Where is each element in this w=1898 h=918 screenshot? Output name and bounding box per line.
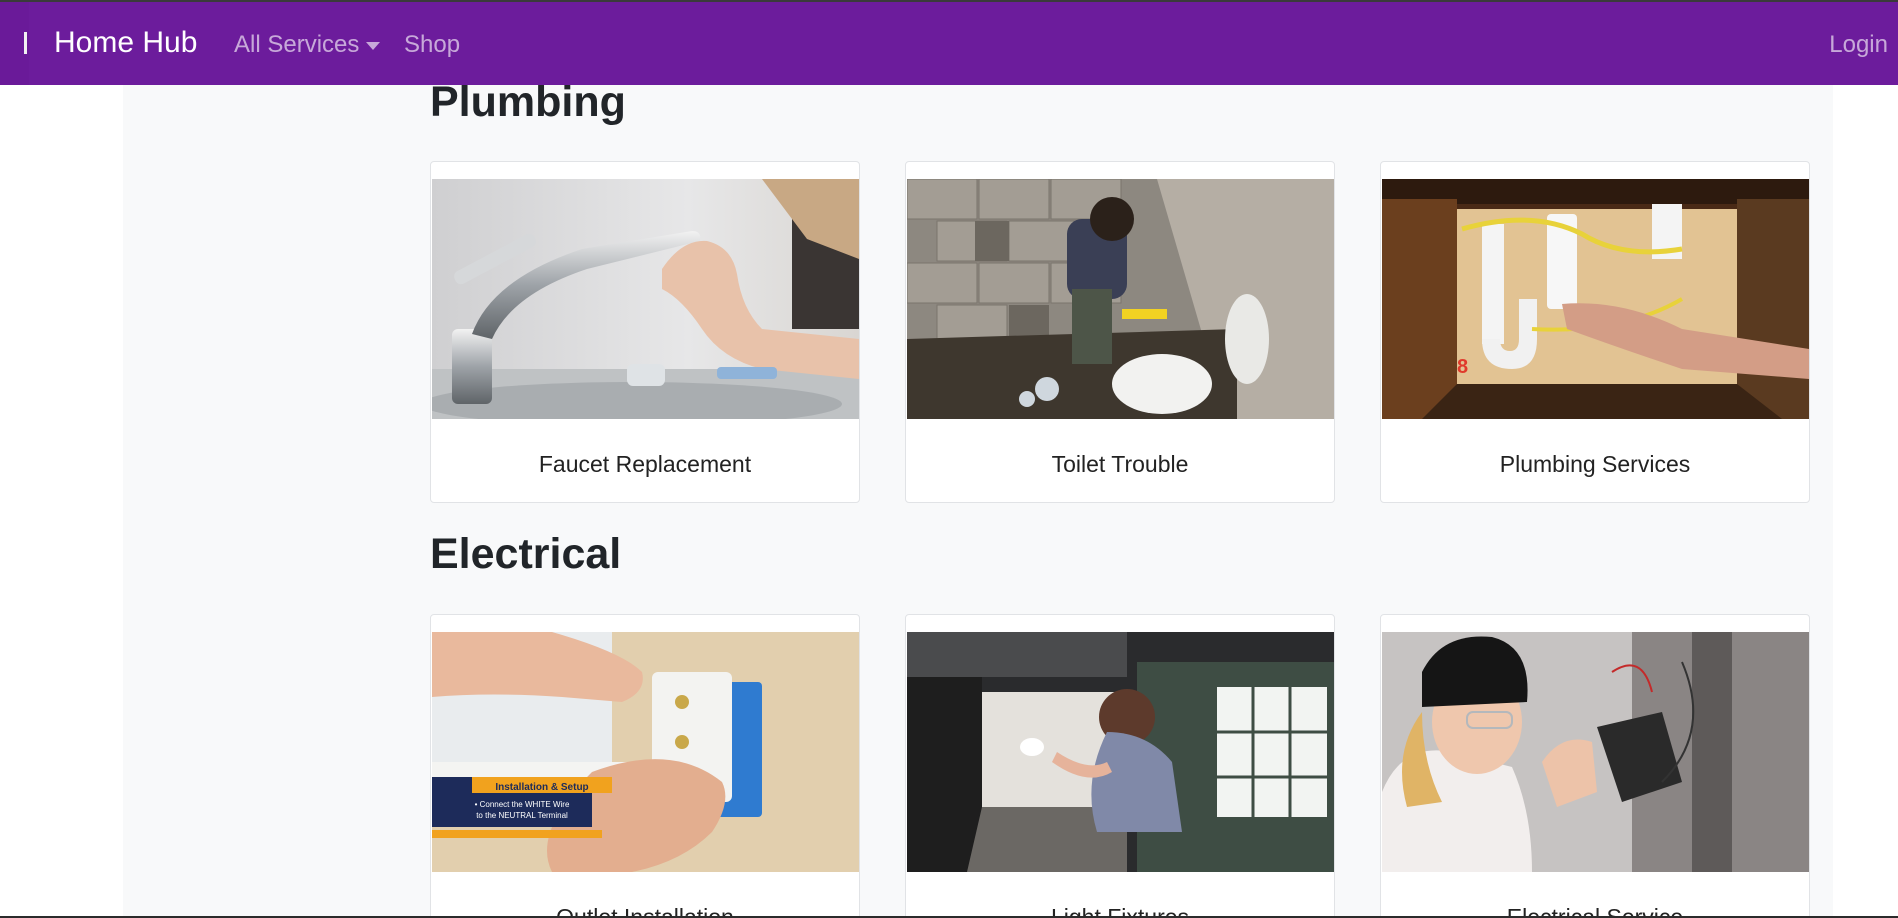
service-card-faucet-replacement[interactable]: Faucet Replacement [430, 161, 860, 503]
service-card-light-fixtures[interactable]: Light Fixtures [905, 614, 1335, 918]
electrical-service-image [1382, 632, 1809, 872]
plumbing-services-image: 8 [1382, 179, 1809, 419]
all-services-dropdown[interactable]: All Services [234, 30, 359, 60]
outlet-installation-image: Installation & Setup • Connect the WHITE… [432, 632, 859, 872]
chevron-down-icon[interactable] [366, 42, 380, 50]
outlet-caption-line1: • Connect the WHITE Wire [475, 800, 570, 809]
plumbing-tag: 8 [1457, 356, 1468, 378]
section-title-electrical: Electrical [430, 530, 622, 578]
navbar-marker [24, 32, 27, 54]
card-label: Faucet Replacement [538, 451, 752, 477]
login-link[interactable]: Login [1829, 30, 1888, 60]
top-navbar: Home Hub All Services Shop Login [0, 2, 1898, 85]
outlet-caption-title: Installation & Setup [495, 782, 588, 793]
service-card-electrical-service[interactable]: Electrical Service [1380, 614, 1810, 918]
card-label: Toilet Trouble [1051, 451, 1189, 477]
faucet-replacement-image [432, 179, 859, 419]
service-card-toilet-trouble[interactable]: Toilet Trouble [905, 161, 1335, 503]
light-fixtures-image [907, 632, 1334, 872]
outlet-caption-line2: to the NEUTRAL Terminal [476, 811, 568, 820]
service-card-plumbing-services[interactable]: 8 Plumbing Services [1380, 161, 1810, 503]
brand-link[interactable]: Home Hub [54, 25, 197, 61]
shop-link[interactable]: Shop [404, 30, 460, 60]
service-card-outlet-installation[interactable]: Installation & Setup • Connect the WHITE… [430, 614, 860, 918]
card-label: Plumbing Services [1499, 451, 1691, 477]
toilet-trouble-image [907, 179, 1334, 419]
